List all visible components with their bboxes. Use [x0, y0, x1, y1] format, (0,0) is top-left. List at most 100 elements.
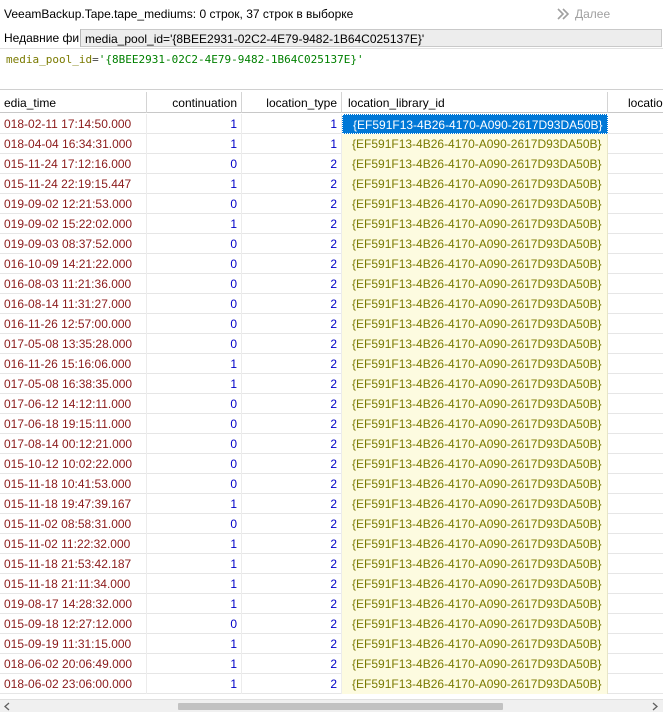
- cell-location[interactable]: [608, 674, 663, 694]
- cell-location-library-id[interactable]: {EF591F13-4B26-4170-A090-2617D93DA50B}: [342, 654, 608, 674]
- table-row[interactable]: 016-11-26 15:16:06.000 1 2 {EF591F13-4B26-4…: [0, 354, 663, 374]
- cell-continuation[interactable]: 1: [147, 674, 242, 694]
- table-row[interactable]: 015-11-18 10:41:53.000 0 2 {EF591F13-4B26-4…: [0, 474, 663, 494]
- scrollbar-thumb[interactable]: [178, 703, 503, 710]
- horizontal-scrollbar[interactable]: [0, 699, 663, 712]
- cell-location-type[interactable]: 2: [242, 574, 342, 594]
- cell-media-time[interactable]: 016-11-26 15:16:06.000: [0, 354, 147, 374]
- cell-media-time[interactable]: 015-11-18 19:47:39.167: [0, 494, 147, 514]
- cell-location-type[interactable]: 2: [242, 334, 342, 354]
- cell-media-time[interactable]: 015-11-18 21:53:42.187: [0, 554, 147, 574]
- cell-location-library-id[interactable]: {EF591F13-4B26-4170-A090-2617D93DA50B}: [342, 374, 608, 394]
- cell-location-type[interactable]: 2: [242, 554, 342, 574]
- table-row[interactable]: 015-11-18 19:47:39.167 1 2 {EF591F13-4B26-4…: [0, 494, 663, 514]
- filter-query-editor[interactable]: media_pool_id='{8BEE2931-02C2-4E79-9482-…: [0, 48, 663, 90]
- table-row[interactable]: 015-11-18 21:11:34.000 1 2 {EF591F13-4B26-4…: [0, 574, 663, 594]
- cell-location[interactable]: [608, 414, 663, 434]
- cell-location-type[interactable]: 2: [242, 514, 342, 534]
- cell-location-type[interactable]: 2: [242, 374, 342, 394]
- cell-continuation[interactable]: 1: [147, 634, 242, 654]
- table-row[interactable]: 018-04-04 16:34:31.000 1 1 {EF591F13-4B26-4…: [0, 134, 663, 154]
- cell-location-type[interactable]: 2: [242, 294, 342, 314]
- cell-continuation[interactable]: 0: [147, 234, 242, 254]
- cell-continuation[interactable]: 0: [147, 294, 242, 314]
- cell-location-library-id[interactable]: {EF591F13-4B26-4170-A090-2617D93DA50B}: [342, 594, 608, 614]
- cell-location-type[interactable]: 2: [242, 434, 342, 454]
- cell-continuation[interactable]: 1: [147, 594, 242, 614]
- cell-location[interactable]: [608, 374, 663, 394]
- cell-media-time[interactable]: 019-09-02 12:21:53.000: [0, 194, 147, 214]
- cell-continuation[interactable]: 0: [147, 474, 242, 494]
- cell-location-type[interactable]: 2: [242, 454, 342, 474]
- table-row[interactable]: 017-06-18 19:15:11.000 0 2 {EF591F13-4B26-4…: [0, 414, 663, 434]
- table-row[interactable]: 016-11-26 12:57:00.000 0 2 {EF591F13-4B26-4…: [0, 314, 663, 334]
- cell-location-library-id[interactable]: {EF591F13-4B26-4170-A090-2617D93DA50B}: [342, 534, 608, 554]
- cell-media-time[interactable]: 015-11-02 11:22:32.000: [0, 534, 147, 554]
- cell-location[interactable]: [608, 434, 663, 454]
- cell-location-library-id[interactable]: {EF591F13-4B26-4170-A090-2617D93DA50B}: [342, 354, 608, 374]
- cell-media-time[interactable]: 019-09-03 08:37:52.000: [0, 234, 147, 254]
- cell-location[interactable]: [608, 474, 663, 494]
- cell-location-library-id[interactable]: {EF591F13-4B26-4170-A090-2617D93DA50B}: [342, 194, 608, 214]
- cell-media-time[interactable]: 015-11-24 22:19:15.447: [0, 174, 147, 194]
- cell-location-library-id[interactable]: {EF591F13-4B26-4170-A090-2617D93DA50B}: [342, 114, 608, 134]
- cell-continuation[interactable]: 0: [147, 154, 242, 174]
- cell-continuation[interactable]: 0: [147, 194, 242, 214]
- cell-continuation[interactable]: 1: [147, 354, 242, 374]
- cell-location-library-id[interactable]: {EF591F13-4B26-4170-A090-2617D93DA50B}: [342, 174, 608, 194]
- cell-continuation[interactable]: 0: [147, 454, 242, 474]
- cell-continuation[interactable]: 0: [147, 614, 242, 634]
- table-row[interactable]: 016-10-09 14:21:22.000 0 2 {EF591F13-4B26-4…: [0, 254, 663, 274]
- cell-continuation[interactable]: 1: [147, 534, 242, 554]
- table-row[interactable]: 015-11-02 08:58:31.000 0 2 {EF591F13-4B26-4…: [0, 514, 663, 534]
- cell-continuation[interactable]: 1: [147, 174, 242, 194]
- cell-media-time[interactable]: 017-05-08 16:38:35.000: [0, 374, 147, 394]
- cell-location-library-id[interactable]: {EF591F13-4B26-4170-A090-2617D93DA50B}: [342, 314, 608, 334]
- table-row[interactable]: 019-08-17 14:28:32.000 1 2 {EF591F13-4B26-4…: [0, 594, 663, 614]
- table-row[interactable]: 018-06-02 23:06:00.000 1 2 {EF591F13-4B26-4…: [0, 674, 663, 694]
- cell-media-time[interactable]: 019-08-17 14:28:32.000: [0, 594, 147, 614]
- cell-media-time[interactable]: 015-11-18 10:41:53.000: [0, 474, 147, 494]
- table-row[interactable]: 015-11-02 11:22:32.000 1 2 {EF591F13-4B26-4…: [0, 534, 663, 554]
- cell-continuation[interactable]: 1: [147, 114, 242, 134]
- cell-location-library-id[interactable]: {EF591F13-4B26-4170-A090-2617D93DA50B}: [342, 274, 608, 294]
- cell-location-library-id[interactable]: {EF591F13-4B26-4170-A090-2617D93DA50B}: [342, 494, 608, 514]
- cell-location-type[interactable]: 1: [242, 134, 342, 154]
- cell-media-time[interactable]: 018-02-11 17:14:50.000: [0, 114, 147, 134]
- table-row[interactable]: 018-06-02 20:06:49.000 1 2 {EF591F13-4B26-4…: [0, 654, 663, 674]
- cell-location-type[interactable]: 2: [242, 654, 342, 674]
- cell-continuation[interactable]: 1: [147, 214, 242, 234]
- cell-location-library-id[interactable]: {EF591F13-4B26-4170-A090-2617D93DA50B}: [342, 214, 608, 234]
- scroll-right-icon[interactable]: [651, 702, 659, 711]
- next-button[interactable]: Далее: [556, 4, 610, 24]
- cell-location-type[interactable]: 2: [242, 234, 342, 254]
- cell-location-library-id[interactable]: {EF591F13-4B26-4170-A090-2617D93DA50B}: [342, 614, 608, 634]
- cell-location-type[interactable]: 2: [242, 254, 342, 274]
- cell-location[interactable]: [608, 494, 663, 514]
- column-header-location-type[interactable]: location_type: [242, 92, 342, 113]
- cell-continuation[interactable]: 1: [147, 654, 242, 674]
- cell-media-time[interactable]: 015-11-24 17:12:16.000: [0, 154, 147, 174]
- cell-continuation[interactable]: 1: [147, 554, 242, 574]
- cell-continuation[interactable]: 0: [147, 254, 242, 274]
- cell-location-type[interactable]: 2: [242, 214, 342, 234]
- table-row[interactable]: 019-09-02 12:21:53.000 0 2 {EF591F13-4B26-4…: [0, 194, 663, 214]
- table-row[interactable]: 016-08-14 11:31:27.000 0 2 {EF591F13-4B26-4…: [0, 294, 663, 314]
- cell-location-type[interactable]: 1: [242, 114, 342, 134]
- cell-location[interactable]: [608, 394, 663, 414]
- cell-location[interactable]: [608, 134, 663, 154]
- cell-location-type[interactable]: 2: [242, 354, 342, 374]
- cell-media-time[interactable]: 015-11-02 08:58:31.000: [0, 514, 147, 534]
- table-row[interactable]: 017-06-12 14:12:11.000 0 2 {EF591F13-4B26-4…: [0, 394, 663, 414]
- cell-location-library-id[interactable]: {EF591F13-4B26-4170-A090-2617D93DA50B}: [342, 414, 608, 434]
- cell-location-library-id[interactable]: {EF591F13-4B26-4170-A090-2617D93DA50B}: [342, 514, 608, 534]
- cell-location-type[interactable]: 2: [242, 394, 342, 414]
- cell-location-library-id[interactable]: {EF591F13-4B26-4170-A090-2617D93DA50B}: [342, 674, 608, 694]
- cell-location-type[interactable]: 2: [242, 634, 342, 654]
- column-header-media-time[interactable]: edia_time: [0, 92, 147, 113]
- cell-location-type[interactable]: 2: [242, 194, 342, 214]
- cell-location-library-id[interactable]: {EF591F13-4B26-4170-A090-2617D93DA50B}: [342, 254, 608, 274]
- cell-location[interactable]: [608, 554, 663, 574]
- cell-media-time[interactable]: 018-06-02 23:06:00.000: [0, 674, 147, 694]
- cell-media-time[interactable]: 016-11-26 12:57:00.000: [0, 314, 147, 334]
